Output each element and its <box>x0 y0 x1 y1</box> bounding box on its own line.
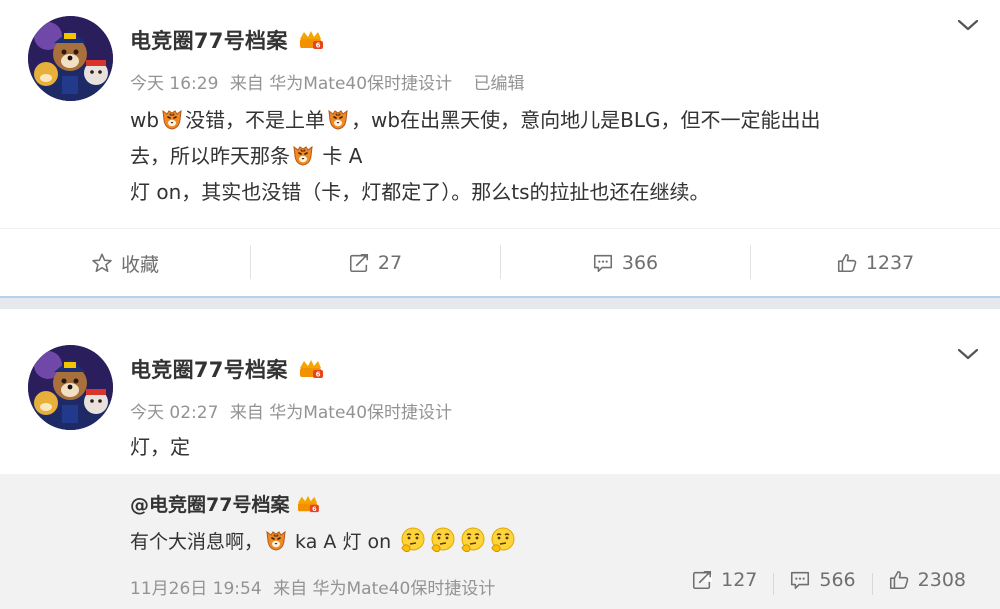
chevron-down-icon[interactable] <box>956 346 980 362</box>
repost-action-bar: 127 566 2308 <box>675 569 982 595</box>
comment-icon <box>592 252 614 274</box>
thinking-face-emoji <box>399 526 427 554</box>
tiger-face-emoji <box>264 528 288 552</box>
action-bar: 收藏 27 366 1237 <box>0 228 1000 297</box>
post-source: 来自 华为Mate40保时捷设计 <box>229 74 453 94</box>
content-text: 灯，定 <box>130 435 190 459</box>
post-card: 电竞圈77号档案 今天 02:27 来自 华为Mate40保时捷设计 灯，定 @… <box>0 309 1000 609</box>
tiger-face-emoji <box>326 107 350 131</box>
content-text: wb <box>130 108 160 132</box>
vip-badge-icon[interactable] <box>297 358 325 380</box>
vip-badge-icon[interactable] <box>297 29 325 51</box>
vip-badge-icon <box>295 494 321 514</box>
repost-button[interactable]: 27 <box>250 229 500 297</box>
content-line: wb 没错，不是上单 ，wb在出黑天使，意向地儿是BLG，但不一定能出出 <box>130 102 820 138</box>
like-count: 1237 <box>865 252 915 274</box>
favorite-button[interactable]: 收藏 <box>0 229 250 297</box>
repost-count: 27 <box>377 252 403 274</box>
repost-icon <box>348 252 370 274</box>
content-text: ，wb在出黑天使，意向地儿是BLG，但不一定能出出 <box>351 108 821 132</box>
thinking-face-emoji <box>489 526 517 554</box>
post-time[interactable]: 今天 16:29 <box>130 74 218 94</box>
content-text: 灯 on，其实也没错（卡，灯都定了）。那么ts的拉扯也还在继续。 <box>130 180 710 204</box>
thinking-face-emoji <box>459 526 487 554</box>
repost-text-part: 有个大消息啊， <box>130 531 264 553</box>
like-button[interactable]: 1237 <box>750 229 1000 297</box>
content-line: 灯 on，其实也没错（卡，灯都定了）。那么ts的拉扯也还在继续。 <box>130 174 820 210</box>
comment-icon <box>789 569 811 591</box>
chevron-down-icon[interactable] <box>956 17 980 33</box>
avatar[interactable] <box>28 16 113 101</box>
thumbs-up-icon <box>836 252 858 274</box>
repost-source: 来自 华为Mate40保时捷设计 <box>273 579 496 599</box>
post-meta: 今天 02:27 来自 华为Mate40保时捷设计 <box>130 398 458 423</box>
post-meta: 今天 16:29 来自 华为Mate40保时捷设计 已编辑 <box>130 69 530 94</box>
post-header: 电竞圈77号档案 <box>130 25 325 55</box>
post-content: 灯，定 <box>130 429 190 465</box>
thinking-face-emoji <box>429 526 457 554</box>
repost-count: 127 <box>721 569 758 591</box>
post-source: 来自 华为Mate40保时捷设计 <box>229 403 453 423</box>
post-content: wb 没错，不是上单 ，wb在出黑天使，意向地儿是BLG，但不一定能出出 去，所以昨… <box>130 102 820 210</box>
repost-text: 有个大消息啊， ka A 灯 on <box>130 524 517 560</box>
reposted-content[interactable]: @电竞圈77号档案 有个大消息啊， ka A 灯 on 11月26日 19:54… <box>0 474 1000 609</box>
comment-count: 366 <box>621 252 659 274</box>
post-separator <box>0 296 1000 309</box>
username[interactable]: 电竞圈77号档案 <box>130 25 288 55</box>
tiger-face-emoji <box>291 143 315 167</box>
like-button[interactable]: 2308 <box>871 569 982 595</box>
content-line: 去，所以昨天那条 卡 A <box>130 138 820 174</box>
repost-meta: 11月26日 19:54 来自 华为Mate40保时捷设计 <box>130 574 501 599</box>
username[interactable]: 电竞圈77号档案 <box>130 354 288 384</box>
repost-time[interactable]: 11月26日 19:54 <box>130 579 262 599</box>
comment-button[interactable]: 566 <box>773 569 871 595</box>
avatar[interactable] <box>28 345 113 430</box>
content-text: 没错，不是上单 <box>185 108 326 132</box>
comment-count: 566 <box>819 569 856 591</box>
repost-icon <box>691 569 713 591</box>
repost-button[interactable]: 127 <box>675 569 773 591</box>
like-count: 2308 <box>917 569 966 591</box>
repost-text-part: ka A 灯 on <box>289 531 392 553</box>
comment-button[interactable]: 366 <box>500 229 750 297</box>
repost-header: @电竞圈77号档案 <box>130 490 321 517</box>
post-time[interactable]: 今天 02:27 <box>130 403 218 423</box>
post-header: 电竞圈77号档案 <box>130 354 325 384</box>
edited-label[interactable]: 已编辑 <box>473 74 524 94</box>
tiger-face-emoji <box>160 107 184 131</box>
repost-username[interactable]: @电竞圈77号档案 <box>130 490 289 517</box>
content-text: 卡 A <box>316 144 363 168</box>
thumbs-up-icon <box>888 569 910 591</box>
favorite-label: 收藏 <box>120 253 159 276</box>
post-card: 电竞圈77号档案 今天 16:29 来自 华为Mate40保时捷设计 已编辑 w… <box>0 0 1000 296</box>
star-icon <box>91 252 113 274</box>
content-text: 去，所以昨天那条 <box>130 144 290 168</box>
